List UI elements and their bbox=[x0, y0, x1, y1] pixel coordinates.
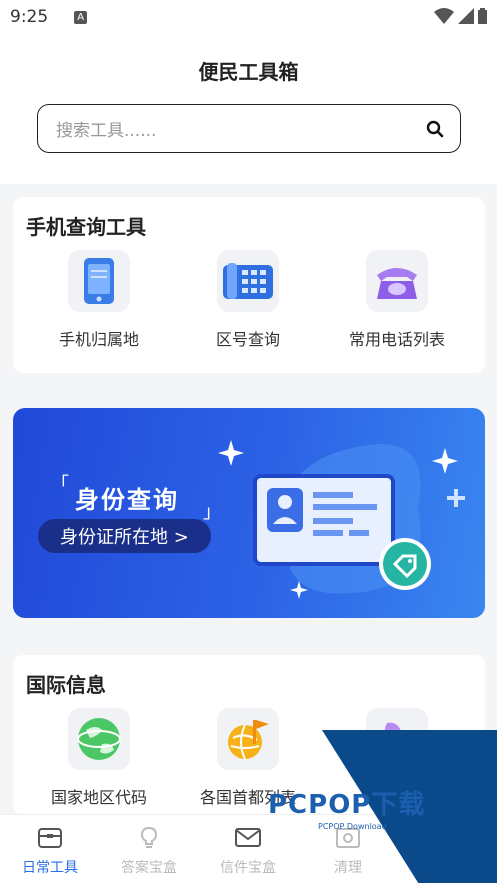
toolbox-icon bbox=[38, 828, 62, 848]
tab-mail[interactable]: 信件宝盒 bbox=[208, 825, 288, 877]
tab-daily-tools[interactable]: 日常工具 bbox=[10, 825, 90, 877]
tab-answers[interactable]: 答案宝盒 bbox=[109, 825, 189, 877]
tool-label: 手机归属地 bbox=[58, 330, 139, 349]
status-bar: 9:25 A bbox=[0, 0, 497, 34]
tool-country-code[interactable]: 国家地区代码 bbox=[29, 708, 169, 808]
watermark-subtext: PCPOP Download bbox=[318, 822, 387, 831]
rotary-phone-icon bbox=[366, 250, 428, 312]
page-title: 便民工具箱 bbox=[198, 60, 299, 84]
tab-label: 答案宝盒 bbox=[121, 860, 177, 876]
status-time: 9:25 bbox=[10, 7, 49, 27]
wifi-icon bbox=[434, 8, 454, 24]
watermark-text: PCPOP下载 bbox=[268, 790, 426, 820]
tab-clean[interactable]: 清理 bbox=[308, 825, 388, 877]
id-query-banner[interactable]: 「 身份查询 」 身份证所在地 > bbox=[13, 408, 485, 618]
phone-icon bbox=[68, 250, 130, 312]
search-icon[interactable] bbox=[426, 120, 444, 138]
tool-label: 区号查询 bbox=[215, 330, 280, 349]
tool-common-phones[interactable]: 常用电话列表 bbox=[327, 250, 467, 350]
international-title: 国际信息 bbox=[26, 673, 106, 697]
telephone-keypad-icon bbox=[217, 250, 279, 312]
search-placeholder: 搜索工具...... bbox=[56, 121, 157, 141]
tab-label: 信件宝盒 bbox=[220, 860, 276, 876]
mail-icon bbox=[235, 828, 261, 847]
flag-globe-icon bbox=[217, 708, 279, 770]
tab-label: 日常工具 bbox=[22, 860, 78, 876]
battery-icon bbox=[478, 8, 487, 24]
tool-label: 国家地区代码 bbox=[50, 788, 147, 807]
banner-open-quote: 「 bbox=[51, 474, 69, 495]
tool-label: 常用电话列表 bbox=[348, 330, 445, 349]
tab-label: 清理 bbox=[334, 860, 362, 876]
signal-icon bbox=[458, 8, 474, 24]
phone-tools-title: 手机查询工具 bbox=[26, 215, 146, 239]
tool-area-code[interactable]: 区号查询 bbox=[178, 250, 318, 350]
notification-a-icon: A bbox=[74, 10, 88, 24]
globe-icon bbox=[68, 708, 130, 770]
phone-tools-card: 手机查询工具 手机归属地 区号查询 常用电话列表 bbox=[13, 197, 485, 373]
id-card-illustration-icon bbox=[218, 440, 465, 599]
banner-title: 身份查询 bbox=[75, 486, 179, 514]
search-input[interactable]: 搜索工具...... bbox=[37, 104, 461, 153]
banner-subtitle-button[interactable]: 身份证所在地 > bbox=[38, 519, 211, 553]
lightbulb-icon bbox=[140, 826, 158, 848]
tool-phone-location[interactable]: 手机归属地 bbox=[29, 250, 169, 350]
